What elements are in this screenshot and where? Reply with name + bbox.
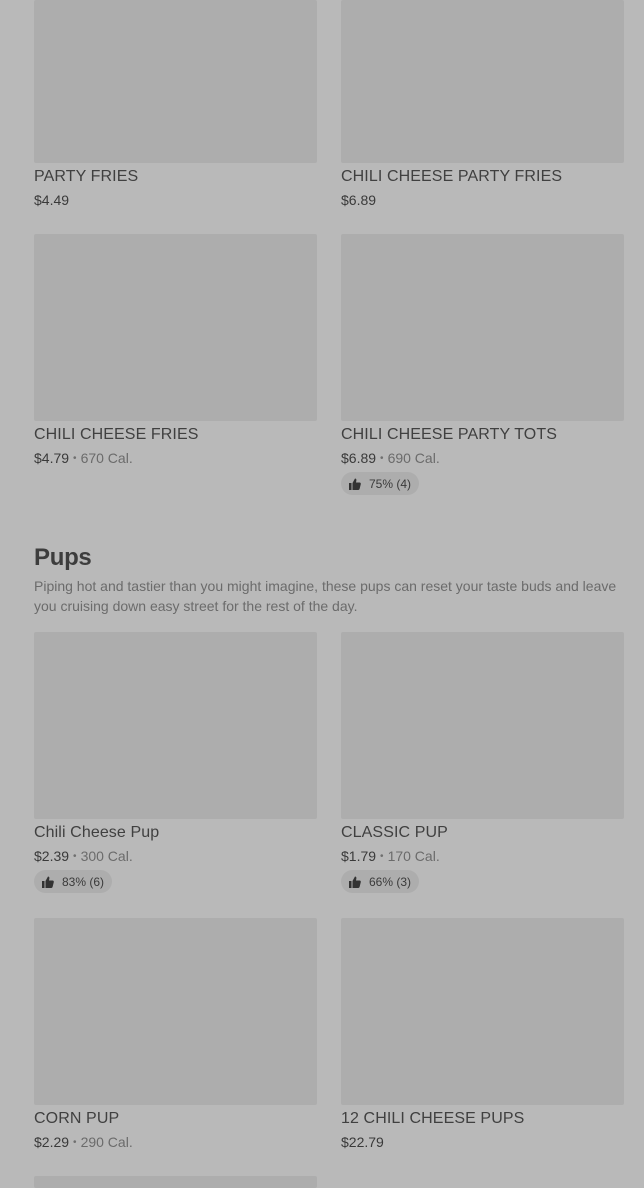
item-name: Chili Cheese Pup: [34, 824, 160, 841]
thumbs-up-icon: [42, 876, 54, 888]
menu-item-party-fries[interactable]: PARTY FRIES $4.49: [34, 0, 317, 208]
item-price: $22.79: [341, 1134, 384, 1150]
rating-badge: 83% (6): [34, 870, 113, 893]
menu-item-chili-cheese-party-tots[interactable]: CHILI CHEESE PARTY TOTS $6.89 • 690 Cal. 7…: [341, 234, 624, 495]
item-name: CHILI CHEESE FRIES: [34, 426, 199, 443]
menu-item-chili-cheese-fries[interactable]: CHILI CHEESE FRIES $4.79 • 670 Cal.: [34, 234, 317, 466]
item-meta: $1.79 • 170 Cal.: [341, 848, 440, 864]
item-price: $1.79: [341, 848, 377, 864]
item-price: $2.29: [34, 1134, 70, 1150]
item-image[interactable]: [341, 234, 624, 421]
item-meta: $4.79 • 670 Cal.: [34, 450, 133, 466]
thumbs-up-icon: [349, 478, 361, 490]
item-price: $6.89: [341, 192, 377, 208]
item-image[interactable]: [341, 918, 624, 1105]
meta-separator: •: [380, 851, 384, 862]
item-name: CLASSIC PUP: [341, 824, 448, 841]
menu-item-chili-cheese-party-fries[interactable]: CHILI CHEESE PARTY FRIES $6.89: [341, 0, 624, 208]
item-calories: 670 Cal.: [80, 450, 133, 466]
menu-item-partial[interactable]: [34, 1176, 317, 1188]
rating-value: 75% (4): [369, 476, 412, 491]
item-price: $4.49: [34, 192, 70, 208]
item-image[interactable]: [34, 632, 317, 819]
rating-value: 83% (6): [62, 874, 105, 889]
item-name: CHILI CHEESE PARTY TOTS: [341, 426, 557, 443]
meta-separator: •: [73, 453, 77, 464]
meta-separator: •: [73, 851, 77, 862]
item-image[interactable]: [341, 0, 624, 163]
item-image[interactable]: [341, 632, 624, 819]
item-meta: $6.89: [341, 192, 376, 208]
item-price: $4.79: [34, 450, 70, 466]
meta-separator: •: [380, 453, 384, 464]
menu-item-corn-pup[interactable]: CORN PUP $2.29 • 290 Cal.: [34, 918, 317, 1150]
item-calories: 170 Cal.: [387, 848, 440, 864]
item-meta: $6.89 • 690 Cal.: [341, 450, 440, 466]
item-calories: 690 Cal.: [387, 450, 440, 466]
thumbs-up-icon: [349, 876, 361, 888]
item-name: PARTY FRIES: [34, 168, 139, 185]
item-price: $6.89: [341, 450, 377, 466]
section-title: Pups: [34, 544, 92, 571]
menu-item-classic-pup[interactable]: CLASSIC PUP $1.79 • 170 Cal. 66% (3): [341, 632, 624, 893]
meta-separator: •: [73, 1137, 77, 1148]
menu-item-12-chili-cheese-pups[interactable]: 12 CHILI CHEESE PUPS $22.79: [341, 918, 624, 1150]
item-name: CHILI CHEESE PARTY FRIES: [341, 168, 563, 185]
item-calories: 290 Cal.: [80, 1134, 133, 1150]
item-name: 12 CHILI CHEESE PUPS: [341, 1110, 525, 1127]
item-meta: $22.79: [341, 1134, 384, 1150]
item-meta: $2.39 • 300 Cal.: [34, 848, 133, 864]
item-calories: 300 Cal.: [80, 848, 133, 864]
menu-item-chili-cheese-pup[interactable]: Chili Cheese Pup $2.39 • 300 Cal. 83% (6): [34, 632, 317, 893]
rating-badge: 66% (3): [341, 870, 420, 893]
item-image[interactable]: [34, 918, 317, 1105]
item-image[interactable]: [34, 0, 317, 163]
item-meta: $2.29 • 290 Cal.: [34, 1134, 133, 1150]
item-image[interactable]: [34, 1176, 317, 1188]
item-price: $2.39: [34, 848, 70, 864]
rating-badge: 75% (4): [341, 472, 420, 495]
item-name: CORN PUP: [34, 1110, 120, 1127]
item-meta: $4.49: [34, 192, 69, 208]
section-description: Piping hot and tastier than you might im…: [34, 578, 617, 614]
rating-value: 66% (3): [369, 874, 412, 889]
item-image[interactable]: [34, 234, 317, 421]
